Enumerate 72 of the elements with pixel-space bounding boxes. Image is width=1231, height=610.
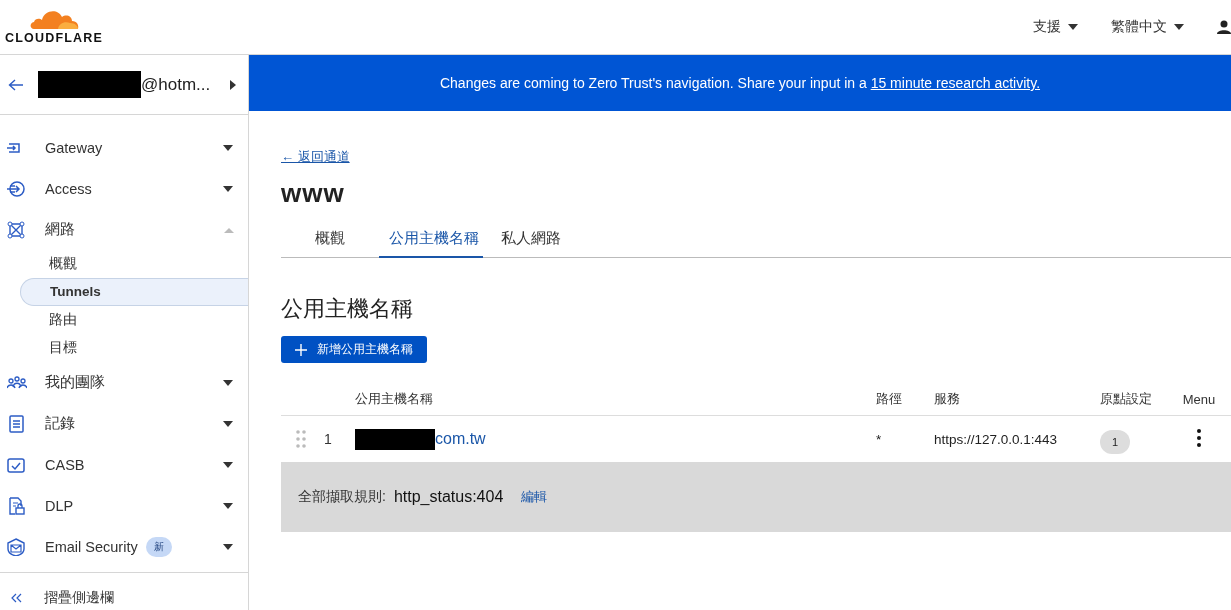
collapse-sidebar-button[interactable]: 摺疊側邊欄 [0,572,248,610]
expand-caret-icon [222,419,234,428]
new-badge: 新 [145,536,172,557]
nav-icon [7,455,27,474]
menu-dropdown[interactable]: 繁體中文 [1111,18,1185,36]
caret-icon [230,79,236,90]
column-header: 服務 [934,390,961,408]
nav-label: 網路 [45,220,75,239]
tab[interactable]: 公用主機名稱 [379,223,483,258]
nav-subitem[interactable]: 目標 [20,334,248,362]
table-cell-text: * [876,431,883,447]
drag-handle-icon [296,430,306,448]
nav-label: 我的團隊 [45,373,105,392]
section-title: 公用主機名稱 [281,295,414,323]
account-switcher[interactable]: @hotm... [0,55,248,115]
nav-item[interactable]: DLP [0,485,248,526]
hostname-link[interactable]: com.tw [435,430,486,448]
nav-item[interactable]: Access [0,168,248,209]
count-badge: 1 [1100,430,1130,454]
nav-item[interactable]: 記錄 [0,403,248,444]
nav-label: DLP [45,497,74,514]
nav-item[interactable]: 網路 [0,209,248,250]
expand-caret-icon [222,542,234,551]
plus-icon [295,343,307,356]
nav-item[interactable]: CASB [0,444,248,485]
nav-icon [7,496,27,515]
column-header: 原點設定 [1100,390,1153,408]
double-chevron-icon [10,592,22,603]
expand-caret-icon [222,501,234,510]
user-icon [1217,20,1231,34]
catch-all-value: http_status:404 [393,488,504,506]
research-link[interactable]: 15 minute research activity. [870,75,1041,91]
caret-icon [1067,23,1079,31]
catch-all-label: 全部擷取規則: [298,488,386,506]
column-header: Menu [1182,391,1216,407]
nav-label: CASB [45,456,85,473]
nav-item[interactable]: Gateway [0,127,248,168]
caret-icon [1173,23,1185,31]
expand-caret-icon [222,460,234,469]
nav-label: Gateway [45,139,103,156]
edit-link[interactable]: 編輯 [521,488,548,506]
tab[interactable]: 私人網路 [501,223,561,258]
nav-icon [7,537,27,556]
nav-label: 記錄 [45,414,75,433]
menu-dropdown[interactable]: 支援 [1033,18,1079,36]
add-hostname-button[interactable]: 新增公用主機名稱 [281,336,427,363]
table-cell-text: https://127.0.0.1:443 [934,431,1059,447]
row-number: 1 [324,431,332,447]
back-link[interactable]: ← 返回通道 [281,148,350,166]
nav-label: Access [45,180,92,197]
nav-subitem[interactable]: 路由 [20,306,248,334]
banner-text: Changes are coming to Zero Trust's navigation. Share your input in a 15 minute research activity. [439,75,1041,91]
expand-caret-icon [222,378,234,387]
nav-item[interactable]: Email Security 新 [0,526,248,567]
nav-icon [7,220,27,239]
column-header: 公用主機名稱 [355,390,434,408]
expand-caret-icon [222,184,234,193]
logo-text: CLOUDFLARE [5,30,104,45]
account-email: @hotm... [141,74,211,95]
expand-caret-icon [222,143,234,152]
nav-icon [7,179,27,198]
nav-item[interactable]: 我的團隊 [0,362,248,403]
nav-subitem[interactable]: 概觀 [20,250,248,278]
column-header: 路徑 [876,390,903,408]
nav-subitem[interactable]: Tunnels [20,278,248,306]
collapse-caret-icon [224,226,234,233]
more-icon[interactable] [1197,428,1201,447]
back-arrow-icon [8,78,24,91]
nav-icon [7,414,27,433]
page-title: www [281,178,346,209]
nav-label: Email Security [45,538,138,555]
tab[interactable]: 概觀 [315,223,345,258]
